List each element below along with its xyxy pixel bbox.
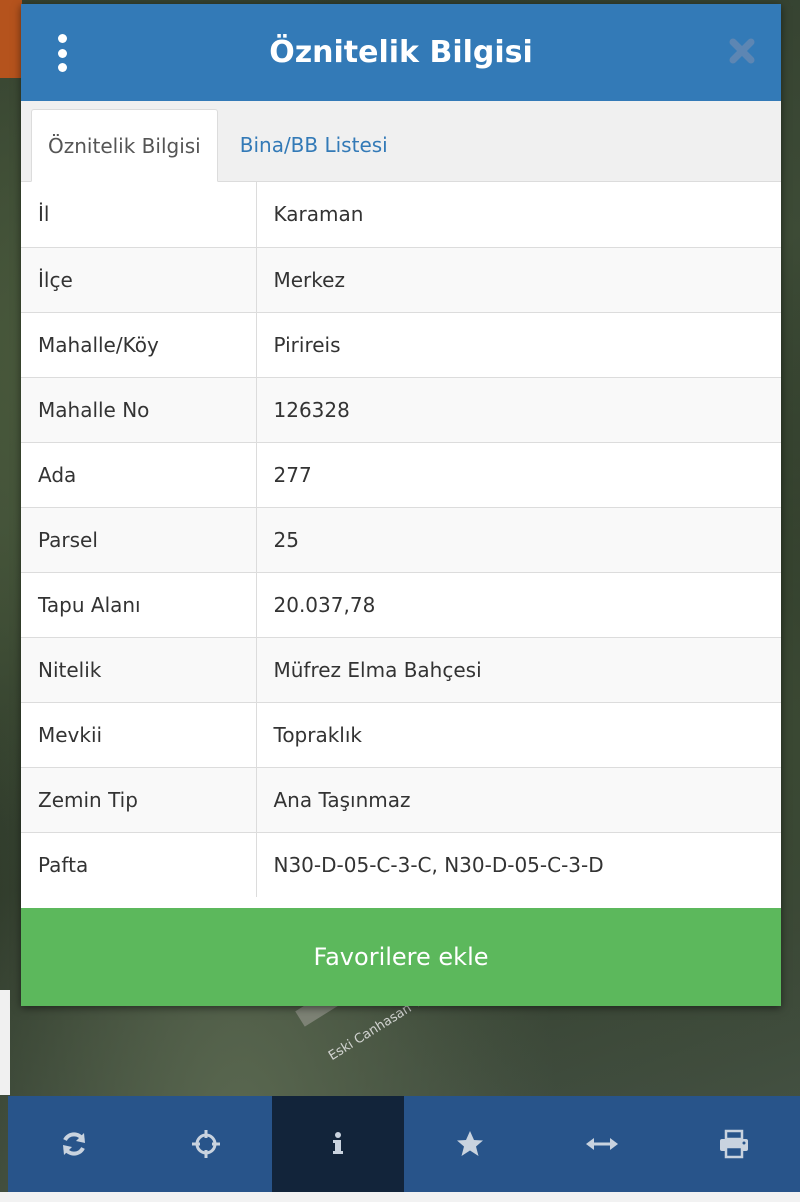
dialog-title: Öznitelik Bilgisi <box>269 35 533 70</box>
bottom-toolbar <box>8 1096 800 1192</box>
table-row: Nitelik Müfrez Elma Bahçesi <box>21 636 781 702</box>
attribute-value: Müfrez Elma Bahçesi <box>256 636 781 702</box>
table-row: Mevkii Topraklık <box>21 701 781 767</box>
table-row: Parsel 25 <box>21 506 781 572</box>
attribute-key: Tapu Alanı <box>21 571 257 637</box>
attribute-key: Mahalle/Köy <box>21 311 257 377</box>
favorites-button[interactable] <box>404 1096 536 1192</box>
attribute-value: Pirireis <box>256 311 781 377</box>
attribute-value: Merkez <box>256 246 781 312</box>
attribute-key: Pafta <box>21 831 257 897</box>
tab-attribute-info[interactable]: Öznitelik Bilgisi <box>31 109 218 182</box>
tab-bar: Öznitelik Bilgisi Bina/BB Listesi <box>21 101 781 182</box>
info-button[interactable] <box>272 1096 404 1192</box>
attribute-key: Mahalle No <box>21 376 257 442</box>
tab-building-list[interactable]: Bina/BB Listesi <box>218 108 404 181</box>
table-row: Mahalle/Köy Pirireis <box>21 311 781 377</box>
attribute-key: Ada <box>21 441 257 507</box>
table-row: Zemin Tip Ana Taşınmaz <box>21 766 781 832</box>
system-nav-strip <box>0 1192 800 1202</box>
attribute-key: Zemin Tip <box>21 766 257 832</box>
attribute-key: İl <box>21 182 257 247</box>
attribute-table: İl Karaman İlçe Merkez Mahalle/Köy Pirir… <box>21 182 781 897</box>
attribute-key: İlçe <box>21 246 257 312</box>
table-row: Pafta N30-D-05-C-3-C, N30-D-05-C-3-D <box>21 831 781 897</box>
locate-button[interactable] <box>140 1096 272 1192</box>
table-row: İlçe Merkez <box>21 246 781 312</box>
star-icon <box>457 1131 483 1156</box>
attribute-value: 126328 <box>256 376 781 442</box>
attribute-key: Parsel <box>21 506 257 572</box>
attribute-value: Karaman <box>273 202 364 227</box>
print-button[interactable] <box>668 1096 800 1192</box>
table-row: Tapu Alanı 20.037,78 <box>21 571 781 637</box>
table-row: İl Karaman <box>21 182 781 247</box>
attribute-key: Nitelik <box>21 636 257 702</box>
table-row: Ada 277 <box>21 441 781 507</box>
close-icon[interactable] <box>727 36 757 66</box>
attribute-value: N30-D-05-C-3-C, N30-D-05-C-3-D <box>256 831 781 897</box>
dialog-header: Öznitelik Bilgisi <box>21 4 781 101</box>
refresh-button[interactable] <box>8 1096 140 1192</box>
info-icon <box>333 1132 343 1154</box>
kebab-menu-icon[interactable] <box>55 34 69 72</box>
map-edge-panel <box>0 990 10 1095</box>
add-to-favorites-button[interactable]: Favorilere ekle <box>21 908 781 1006</box>
attribute-value: Ana Taşınmaz <box>256 766 781 832</box>
print-icon <box>720 1129 748 1159</box>
table-row: Mahalle No 126328 <box>21 376 781 442</box>
attribute-value: Topraklık <box>256 701 781 767</box>
attribute-value: 25 <box>256 506 781 572</box>
refresh-icon <box>63 1132 85 1156</box>
attribute-info-dialog: Öznitelik Bilgisi Öznitelik Bilgisi Bina… <box>21 4 781 1006</box>
measure-arrows-icon <box>586 1138 618 1150</box>
locate-crosshair-icon <box>192 1130 220 1158</box>
attribute-key: Mevkii <box>21 701 257 767</box>
attribute-value: 20.037,78 <box>256 571 781 637</box>
attribute-value: 277 <box>256 441 781 507</box>
map-feature <box>0 0 22 78</box>
measure-button[interactable] <box>536 1096 668 1192</box>
